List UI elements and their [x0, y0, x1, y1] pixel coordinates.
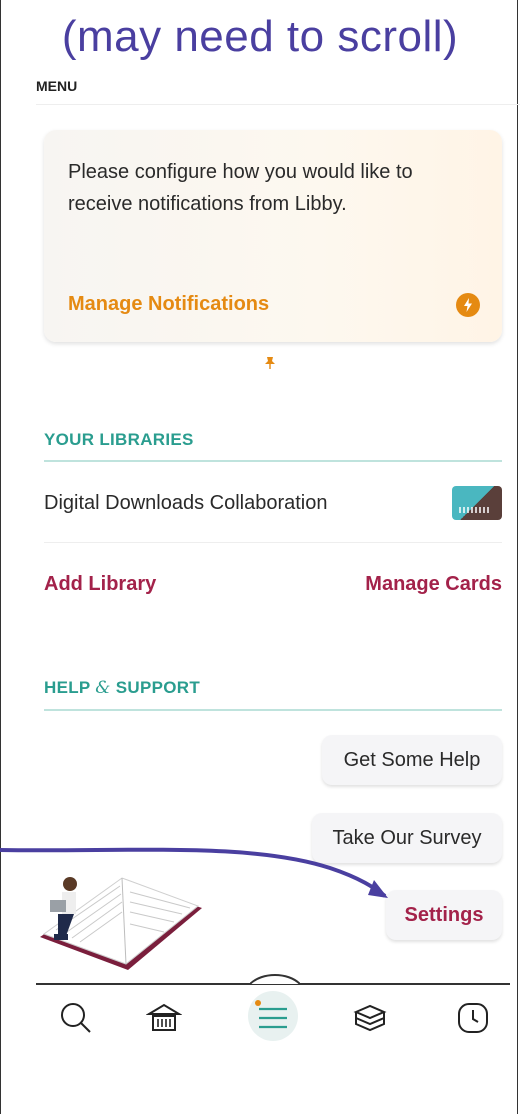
manage-notifications-link[interactable]: Manage Notifications — [68, 293, 269, 316]
manage-cards-link[interactable]: Manage Cards — [365, 573, 502, 596]
menu-divider — [36, 104, 520, 105]
library-item-name[interactable]: Digital Downloads Collaboration — [44, 492, 328, 515]
menu-header: MENU — [36, 78, 78, 94]
library-logo[interactable] — [452, 486, 502, 520]
books-stack-icon[interactable] — [352, 1000, 388, 1036]
nav-notch — [250, 974, 300, 985]
library-divider — [44, 542, 502, 543]
notification-card: Please configure how you would like to r… — [44, 130, 502, 342]
search-icon[interactable] — [58, 1000, 94, 1036]
bolt-icon[interactable] — [456, 293, 480, 317]
help-heading-ampersand: & — [95, 678, 111, 698]
help-heading-rule — [44, 709, 502, 711]
notification-message: Please configure how you would like to r… — [68, 161, 413, 215]
menu-icon[interactable] — [255, 1000, 291, 1036]
help-heading-part2: SUPPORT — [115, 678, 201, 697]
library-building-icon[interactable] — [146, 1000, 182, 1036]
add-library-link[interactable]: Add Library — [44, 573, 156, 596]
your-libraries-heading: YOUR LIBRARIES — [44, 430, 194, 449]
reading-illustration — [40, 877, 202, 970]
settings-button[interactable]: Settings — [386, 890, 502, 940]
annotation-text: (may need to scroll) — [61, 12, 459, 61]
clock-icon[interactable] — [455, 1000, 491, 1036]
pin-icon — [265, 357, 275, 369]
help-heading-part1: HELP — [44, 678, 91, 697]
help-support-heading: HELP & SUPPORT — [44, 678, 200, 698]
take-survey-button[interactable]: Take Our Survey — [312, 813, 502, 863]
libraries-heading-rule — [44, 460, 502, 462]
get-help-button[interactable]: Get Some Help — [322, 735, 502, 785]
